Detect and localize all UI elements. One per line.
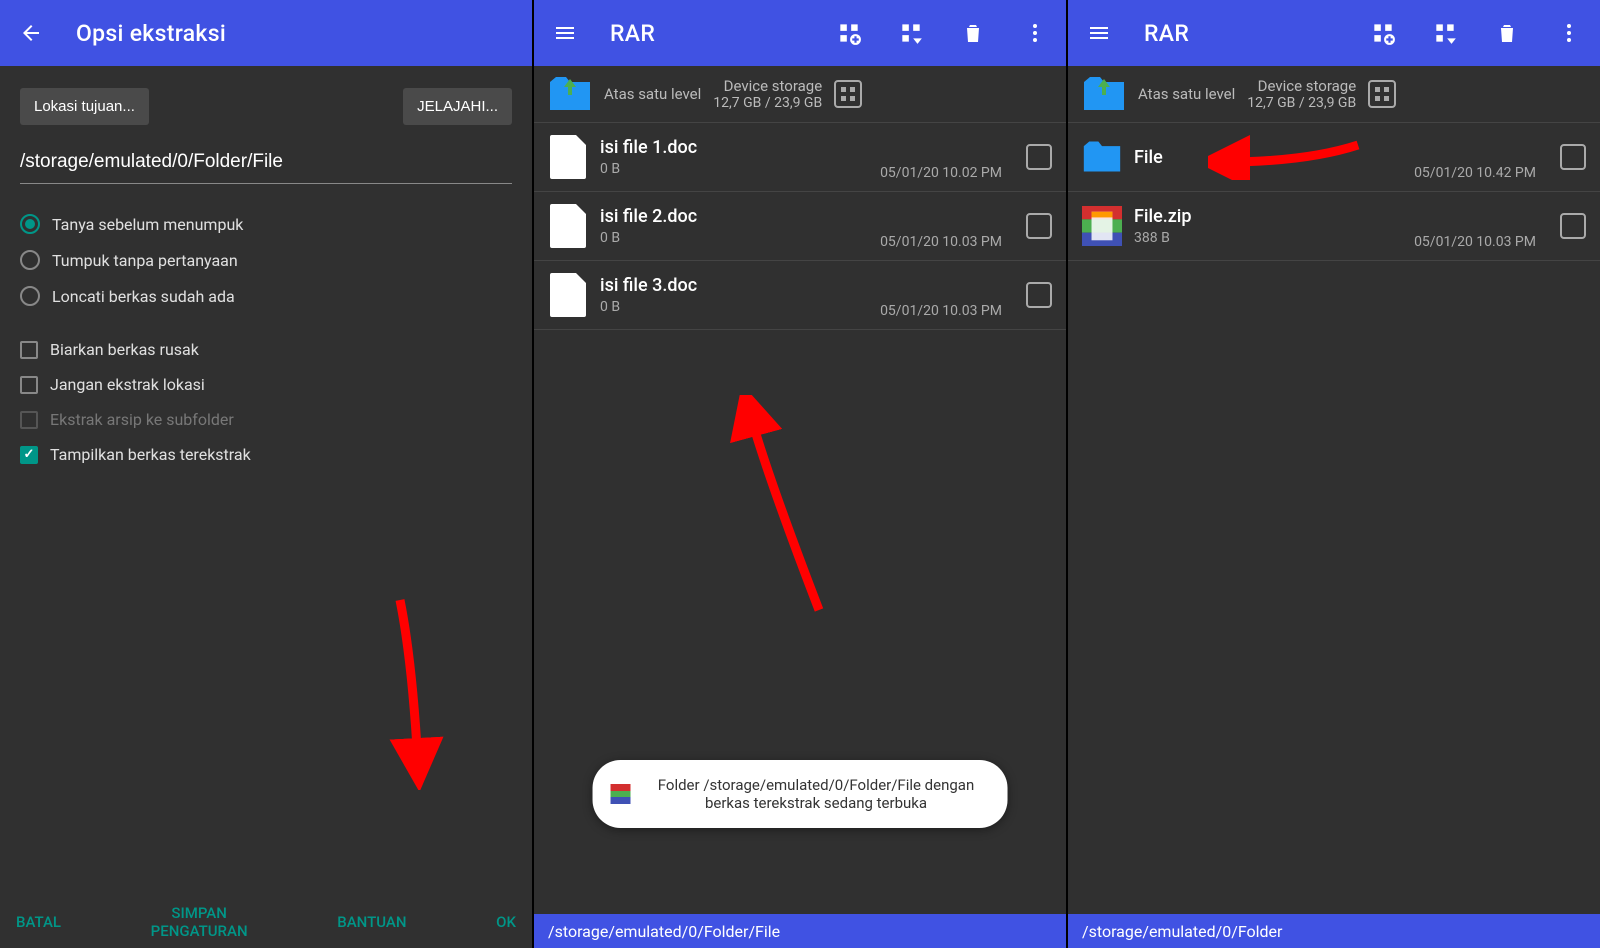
save-settings-button[interactable]: SIMPANPENGATURAN	[151, 904, 248, 940]
radio-icon	[20, 250, 40, 270]
up-level-row[interactable]: Atas satu level Device storage 12,7 GB /…	[1068, 66, 1600, 123]
toast-message: Folder /storage/emulated/0/Folder/File d…	[593, 760, 1008, 828]
file-name: File	[1134, 147, 1402, 168]
back-icon[interactable]	[14, 16, 48, 50]
appbar: RAR	[1068, 0, 1600, 66]
document-icon	[550, 204, 586, 248]
file-date: 05/01/20 10.03 PM	[880, 303, 1002, 319]
file-row[interactable]: isi file 3.doc 0 B 05/01/20 10.03 PM	[534, 261, 1066, 330]
delete-icon[interactable]	[1490, 16, 1524, 50]
radio-icon	[20, 286, 40, 306]
up-level-label: Atas satu level	[1138, 85, 1235, 103]
storage-info: 12,7 GB / 23,9 GB	[1247, 95, 1356, 111]
more-icon[interactable]	[1552, 16, 1586, 50]
up-level-label: Atas satu level	[604, 85, 701, 103]
file-size: 0 B	[600, 161, 868, 177]
folder-up-icon	[548, 76, 592, 112]
storage-info: 12,7 GB / 23,9 GB	[713, 95, 822, 111]
page-title: Opsi ekstraksi	[76, 20, 226, 47]
destination-button[interactable]: Lokasi tujuan...	[20, 88, 149, 125]
panel-extraction-options: Opsi ekstraksi Lokasi tujuan... JELAJAHI…	[0, 0, 532, 948]
file-date: 05/01/20 10.02 PM	[880, 165, 1002, 181]
panel-file-list: RAR Atas satu level Device storage 12,7 …	[532, 0, 1066, 948]
path-input[interactable]	[20, 143, 512, 184]
checkbox-label: Jangan ekstrak lokasi	[50, 375, 205, 394]
appbar: Opsi ekstraksi	[0, 0, 532, 66]
file-size: 0 B	[600, 230, 868, 246]
checkbox-icon	[20, 411, 38, 429]
help-button[interactable]: BANTUAN	[337, 913, 406, 931]
file-checkbox[interactable]	[1026, 144, 1052, 170]
footer-actions: BATAL SIMPANPENGATURAN BANTUAN OK	[0, 884, 532, 948]
file-row[interactable]: isi file 2.doc 0 B 05/01/20 10.03 PM	[534, 192, 1066, 261]
archive-extract-icon[interactable]	[894, 16, 928, 50]
file-checkbox[interactable]	[1560, 213, 1586, 239]
overwrite-radio-1[interactable]: Tumpuk tanpa pertanyaan	[20, 242, 512, 278]
menu-icon[interactable]	[1082, 16, 1116, 50]
file-date: 05/01/20 10.03 PM	[1414, 234, 1536, 250]
file-checkbox[interactable]	[1026, 282, 1052, 308]
checkbox-label: Tampilkan berkas terekstrak	[50, 445, 251, 464]
option-check-3[interactable]: Tampilkan berkas terekstrak	[20, 437, 512, 472]
file-date: 05/01/20 10.42 PM	[1414, 165, 1536, 181]
up-level-row[interactable]: Atas satu level Device storage 12,7 GB /…	[534, 66, 1066, 123]
radio-label: Tumpuk tanpa pertanyaan	[52, 251, 238, 270]
radio-icon	[20, 214, 40, 234]
folder-up-icon	[1082, 76, 1126, 112]
appbar: RAR	[534, 0, 1066, 66]
checkbox-icon	[20, 376, 38, 394]
file-date: 05/01/20 10.03 PM	[880, 234, 1002, 250]
options-body: Lokasi tujuan... JELAJAHI... Tanya sebel…	[0, 66, 532, 884]
checkbox-label: Ekstrak arsip ke subfolder	[50, 410, 234, 429]
path-bar[interactable]: /storage/emulated/0/Folder	[1068, 914, 1600, 948]
rar-app-icon	[611, 784, 631, 804]
panel-folder-view: RAR Atas satu level Device storage 12,7 …	[1066, 0, 1600, 948]
more-icon[interactable]	[1018, 16, 1052, 50]
delete-icon[interactable]	[956, 16, 990, 50]
file-name: isi file 2.doc	[600, 206, 868, 227]
radio-label: Loncati berkas sudah ada	[52, 287, 235, 306]
folder-icon	[1082, 139, 1122, 175]
archive-extract-icon[interactable]	[1428, 16, 1462, 50]
document-icon	[550, 273, 586, 317]
app-title: RAR	[1144, 20, 1189, 47]
storage-label: Device storage	[713, 77, 822, 95]
menu-icon[interactable]	[548, 16, 582, 50]
path-bar[interactable]: /storage/emulated/0/Folder/File	[534, 914, 1066, 948]
grid-view-icon[interactable]	[834, 80, 862, 108]
grid-view-icon[interactable]	[1368, 80, 1396, 108]
checkbox-icon	[20, 341, 38, 359]
file-name: File.zip	[1134, 206, 1402, 227]
option-check-0[interactable]: Biarkan berkas rusak	[20, 332, 512, 367]
checkbox-label: Biarkan berkas rusak	[50, 340, 199, 359]
radio-label: Tanya sebelum menumpuk	[52, 215, 243, 234]
overwrite-radio-2[interactable]: Loncati berkas sudah ada	[20, 278, 512, 314]
file-row[interactable]: File.zip 388 B 05/01/20 10.03 PM	[1068, 192, 1600, 261]
checkbox-icon	[20, 446, 38, 464]
archive-add-icon[interactable]	[1366, 16, 1400, 50]
document-icon	[550, 135, 586, 179]
overwrite-radio-0[interactable]: Tanya sebelum menumpuk	[20, 206, 512, 242]
file-name: isi file 3.doc	[600, 275, 868, 296]
file-name: isi file 1.doc	[600, 137, 868, 158]
cancel-button[interactable]: BATAL	[16, 913, 61, 931]
browse-button[interactable]: JELAJAHI...	[403, 88, 512, 125]
file-checkbox[interactable]	[1026, 213, 1052, 239]
file-row[interactable]: isi file 1.doc 0 B 05/01/20 10.02 PM	[534, 123, 1066, 192]
option-check-2: Ekstrak arsip ke subfolder	[20, 402, 512, 437]
zip-icon	[1082, 205, 1122, 247]
ok-button[interactable]: OK	[496, 913, 516, 931]
storage-label: Device storage	[1247, 77, 1356, 95]
file-size: 0 B	[600, 299, 868, 315]
file-row[interactable]: File 05/01/20 10.42 PM	[1068, 123, 1600, 192]
app-title: RAR	[610, 20, 655, 47]
option-check-1[interactable]: Jangan ekstrak lokasi	[20, 367, 512, 402]
file-checkbox[interactable]	[1560, 144, 1586, 170]
file-size: 388 B	[1134, 230, 1402, 246]
archive-add-icon[interactable]	[832, 16, 866, 50]
